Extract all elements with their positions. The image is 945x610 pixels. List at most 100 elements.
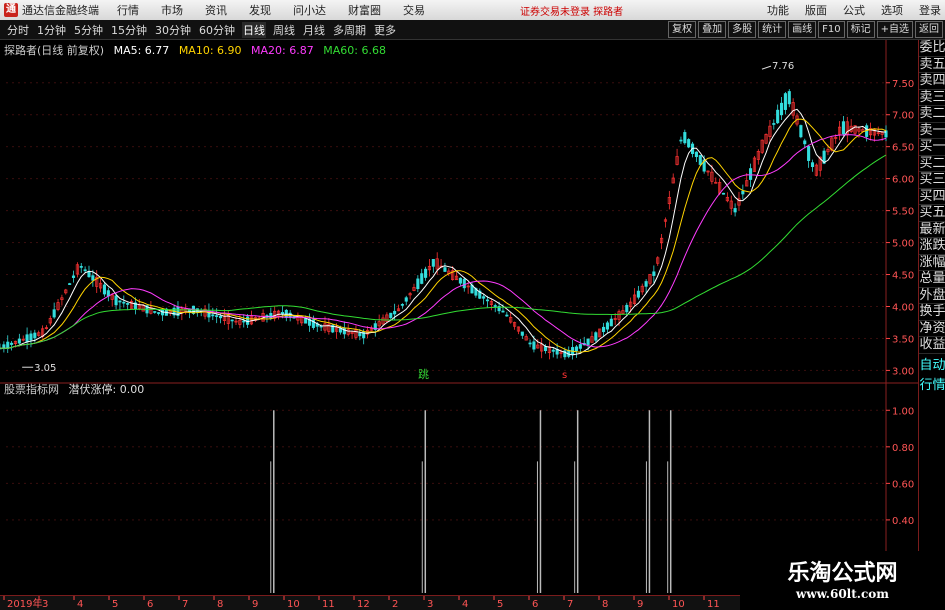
candle-body [741,190,745,195]
date-tick-label: 2 [392,599,398,610]
multi-stock-button[interactable]: 多股 [728,21,757,38]
quote-field-9[interactable]: 买四 [919,189,945,205]
tab-15min[interactable]: 15分钟 [110,22,148,38]
menu-options[interactable]: 选项 [881,2,903,18]
candle-body [157,312,161,314]
date-tick-label: 9 [637,599,643,610]
adjust-button[interactable]: 复权 [668,21,697,38]
stock-title[interactable]: 探路者(日线 前复权) [4,44,104,57]
quote-field-5[interactable]: 卖一 [919,123,945,139]
ma20-label: MA20: 6.87 [251,44,314,57]
quote-field-3[interactable]: 卖三 [919,90,945,106]
back-button[interactable]: 返回 [915,21,943,38]
price-tick-label: 3.50 [892,334,914,345]
candle-body [404,297,408,302]
menu-item-news[interactable]: 资讯 [205,2,227,18]
menu-function[interactable]: 功能 [767,2,789,18]
quote-field-18[interactable]: 收益 [919,337,945,354]
menu-item-ask[interactable]: 问小达 [293,2,326,18]
quote-side-panel: 委比 卖五 卖四 卖三 卖二 卖一 买一 买二 买三 买四 买五 最新 涨跌 涨幅 总量 外盘 换手 净资 收益自动… [918,40,945,584]
candle-body [458,277,462,284]
add-watchlist-button[interactable]: +自选 [876,21,913,38]
watermark: 乐淘公式网 www.60lt.com [740,551,945,609]
tab-multi[interactable]: 多周期 [332,22,367,38]
candle-body [799,125,803,138]
app-logo-icon: 通 [4,3,18,17]
price-tick-label: 6.50 [892,143,914,154]
quote-field-6[interactable]: 买一 [919,139,945,156]
menu-item-market[interactable]: 市场 [161,2,183,18]
candle-body [551,349,555,352]
quote-field-17[interactable]: 净资 [919,321,945,337]
menu-formula[interactable]: 公式 [843,2,865,18]
candle-body [126,303,130,305]
candle-body [776,109,780,124]
price-tick-label: 4.50 [892,271,914,282]
sub-indicator-title[interactable]: 股票指标网 [4,383,59,396]
candle-body [779,102,784,116]
quote-field-7[interactable]: 买二 [919,156,945,172]
candle-body [578,344,582,349]
ma60-line [0,154,887,349]
candle-body [482,296,486,299]
date-tick-label: 8 [602,599,608,610]
quote-field-11[interactable]: 最新 [919,222,945,238]
date-tick-label: 2019年 [7,597,42,610]
candle-body [528,342,532,345]
tab-5min[interactable]: 5分钟 [73,22,104,38]
candle-body [389,312,393,318]
quote-field-13[interactable]: 涨幅 [919,255,945,271]
quote-field-12[interactable]: 涨跌 [919,238,945,255]
mark-button[interactable]: 标记 [846,21,875,38]
watermark-url: www.60lt.com [796,587,889,601]
menu-item-discover[interactable]: 发现 [249,2,271,18]
candle-body [679,139,683,142]
tab-30min[interactable]: 30分钟 [154,22,192,38]
tab-monthly[interactable]: 月线 [302,22,326,38]
candle-body [431,259,435,267]
overlay-button[interactable]: 叠加 [698,21,727,38]
tab-minute[interactable]: 分时 [6,22,30,38]
main-indicator-line: 探路者(日线 前复权) MA5: 6.77 MA10: 6.90 MA20: 6… [4,42,392,58]
auto-quote-1[interactable]: 行情 [919,378,945,394]
watermark-title: 乐淘公式网 [787,560,898,586]
quote-field-8[interactable]: 买三 [919,172,945,189]
quote-field-15[interactable]: 外盘 [919,288,945,304]
candle-body [698,155,702,165]
candle-body [687,139,691,148]
tab-1min[interactable]: 1分钟 [36,22,67,38]
quote-field-1[interactable]: 卖五 [919,57,945,73]
f10-button[interactable]: F10 [818,21,845,38]
quote-field-0[interactable]: 委比 [919,40,945,57]
login-notice[interactable]: 证券交易未登录 探路者 [520,3,623,18]
menu-item-trade[interactable]: 交易 [403,2,425,18]
menu-layout[interactable]: 版面 [805,2,827,18]
menu-item-quotes[interactable]: 行情 [117,2,139,18]
candle-body [420,273,424,284]
signal-tag-red: s [562,370,567,381]
quote-field-4[interactable]: 卖二 [919,106,945,123]
menu-login[interactable]: 登录 [919,2,941,18]
tab-60min[interactable]: 60分钟 [198,22,236,38]
candle-body [574,346,579,351]
quote-field-2[interactable]: 卖四 [919,73,945,90]
auto-quote-0[interactable]: 自动 [919,358,945,374]
menu-right-group: 功能 版面 公式 选项 登录 [767,2,941,18]
draw-button[interactable]: 画线 [788,21,817,38]
period-toolbar: 分时 1分钟 5分钟 15分钟 30分钟 60分钟 日线 周线 月线 多周期 更… [0,20,945,40]
ma60-label: MA60: 6.68 [323,44,386,57]
date-tick-label: 8 [217,599,223,610]
stats-button[interactable]: 统计 [758,21,787,38]
quote-field-14[interactable]: 总量 [919,271,945,288]
tab-daily[interactable]: 日线 [242,21,266,38]
tab-more[interactable]: 更多 [373,22,397,38]
candle-body [68,283,72,285]
quote-field-16[interactable]: 换手 [919,304,945,321]
tab-weekly[interactable]: 周线 [272,22,296,38]
price-chart[interactable]: 7.50 7.00 6.50 6.00 5.50 5.00 4.50 4.00 3.50 3.00… [0,40,918,595]
date-tick-label: 6 [532,599,538,610]
menu-item-wealth[interactable]: 财富圈 [348,2,381,18]
candle-body [118,300,122,303]
price-tick-label: 5.00 [892,239,914,250]
quote-field-10[interactable]: 买五 [919,205,945,222]
